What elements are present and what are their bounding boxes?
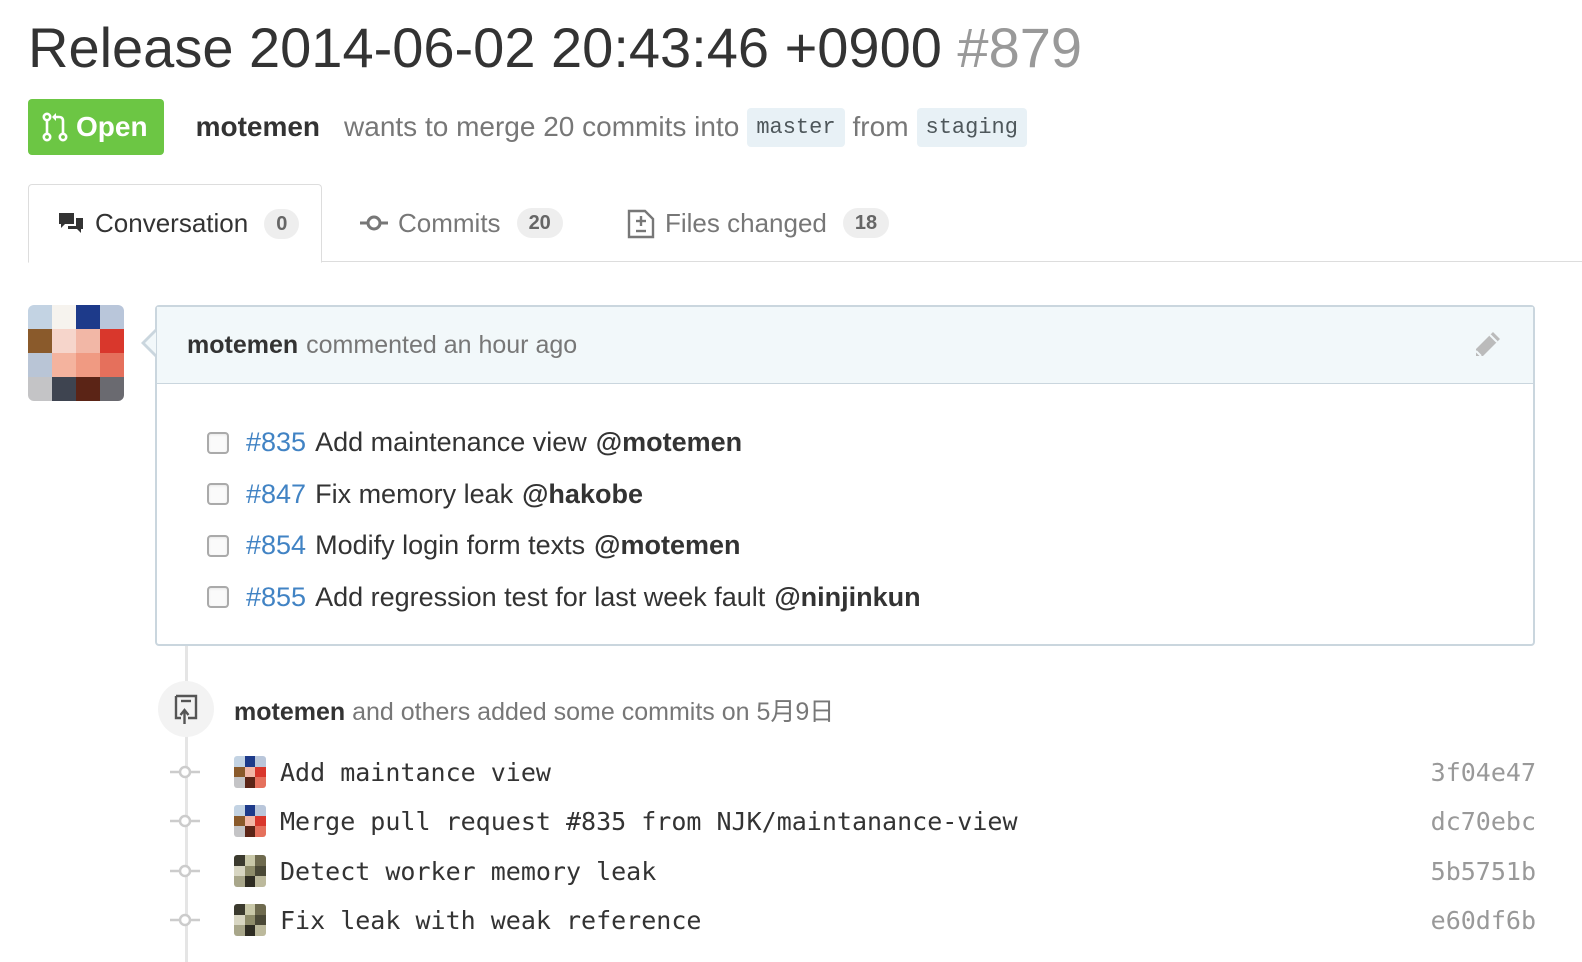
git-pull-request-icon: [42, 112, 68, 142]
issue-link[interactable]: #835: [246, 427, 306, 458]
tab-commits-count: 20: [516, 208, 563, 238]
comment-discussion-icon: [59, 212, 83, 233]
commit-row: Fix leak with weak reference e60df6b: [170, 900, 1536, 940]
task-text: Modify login form texts: [315, 530, 586, 561]
git-commit-icon: [170, 863, 200, 879]
commit-message-link[interactable]: Add maintance view: [280, 758, 551, 787]
git-commit-icon: [360, 215, 388, 231]
state-badge: Open: [28, 99, 164, 155]
comment-timestamp: commented an hour ago: [306, 330, 578, 359]
task-checkbox[interactable]: [207, 431, 229, 454]
task-checkbox[interactable]: [207, 586, 229, 609]
commit-sha-link[interactable]: dc70ebc: [1431, 807, 1536, 836]
pr-title: Release 2014-06-02 20:43:46 +0900 #879: [28, 14, 1082, 82]
avatar[interactable]: [234, 805, 266, 837]
file-diff-icon: [627, 209, 655, 239]
avatar[interactable]: [234, 904, 266, 936]
pr-title-text: Release 2014-06-02 20:43:46 +0900: [28, 16, 942, 79]
commit-event-text: motemen and others added some commits on…: [234, 692, 834, 728]
task-text: Add maintenance view: [315, 427, 587, 458]
task-item: #835 Add maintenance view @motemen: [207, 417, 921, 469]
tab-conversation-label: Conversation: [95, 208, 249, 238]
git-commit-icon: [170, 764, 200, 780]
pr-meta: Open motemen wants to merge 20 commits i…: [28, 99, 1035, 155]
commit-message-link[interactable]: Merge pull request #835 from NJK/maintan…: [280, 807, 1018, 836]
issue-link[interactable]: #847: [246, 479, 306, 510]
commit-sha-link[interactable]: 5b5751b: [1431, 857, 1536, 886]
issue-link[interactable]: #855: [246, 582, 306, 613]
head-branch[interactable]: staging: [916, 107, 1027, 147]
pencil-icon[interactable]: [1471, 329, 1503, 361]
task-list: #835 Add maintenance view @motemen #847 …: [207, 417, 921, 623]
commit-row: Add maintance view 3f04e47: [170, 752, 1536, 792]
pr-author-link[interactable]: motemen: [196, 111, 320, 143]
merge-description: wants to merge 20 commits into: [344, 111, 740, 142]
user-mention[interactable]: @ninjinkun: [774, 582, 920, 613]
task-checkbox[interactable]: [207, 534, 229, 557]
tab-files-count: 18: [842, 208, 890, 238]
avatar[interactable]: [234, 756, 266, 788]
event-author-link[interactable]: motemen: [234, 698, 345, 726]
comment-author-link[interactable]: motemen: [187, 331, 298, 360]
tab-commits[interactable]: Commits 20: [360, 184, 563, 262]
user-mention[interactable]: @motemen: [596, 427, 742, 458]
user-mention[interactable]: @motemen: [594, 530, 740, 561]
comment-box: motemen commented an hour ago #835 Add m…: [141, 305, 1535, 646]
git-commit-icon: [170, 813, 200, 829]
tab-conversation-count: 0: [264, 208, 300, 239]
from-label: from: [852, 111, 909, 142]
comment-header: motemen commented an hour ago: [157, 307, 1533, 384]
task-checkbox[interactable]: [207, 483, 229, 506]
state-label: Open: [76, 111, 148, 142]
issue-link[interactable]: #854: [246, 530, 306, 561]
task-item: #855 Add regression test for last week f…: [207, 572, 921, 624]
tab-commits-label: Commits: [398, 207, 501, 238]
commit-message-link[interactable]: Fix leak with weak reference: [280, 906, 701, 935]
pr-tabs: Conversation 0 Commits 20 Files changed …: [28, 184, 1582, 263]
task-text: Add regression test for last week fault: [315, 581, 766, 612]
pr-number: #879: [957, 16, 1082, 79]
task-item: #847 Fix memory leak @hakobe: [207, 469, 921, 521]
tab-files-label: Files changed: [665, 207, 827, 238]
git-commit-icon: [170, 912, 200, 928]
avatar[interactable]: [234, 855, 266, 887]
commit-sha-link[interactable]: e60df6b: [1431, 906, 1536, 935]
commit-row: Detect worker memory leak 5b5751b: [170, 851, 1536, 891]
comment-author-avatar[interactable]: [28, 305, 124, 401]
task-text: Fix memory leak: [315, 478, 514, 509]
user-mention[interactable]: @hakobe: [522, 479, 643, 510]
tab-files-changed[interactable]: Files changed 18: [627, 184, 890, 262]
tab-conversation[interactable]: Conversation 0: [28, 184, 322, 263]
commit-message-link[interactable]: Detect worker memory leak: [280, 857, 656, 886]
task-item: #854 Modify login form texts @motemen: [207, 520, 921, 572]
commit-event-badge: [158, 681, 214, 737]
base-branch[interactable]: master: [747, 107, 845, 147]
commit-row: Merge pull request #835 from NJK/maintan…: [170, 801, 1536, 841]
commit-sha-link[interactable]: 3f04e47: [1431, 758, 1536, 787]
event-description: and others added some commits on 5月9日: [352, 698, 835, 726]
repo-push-icon: [174, 694, 198, 724]
